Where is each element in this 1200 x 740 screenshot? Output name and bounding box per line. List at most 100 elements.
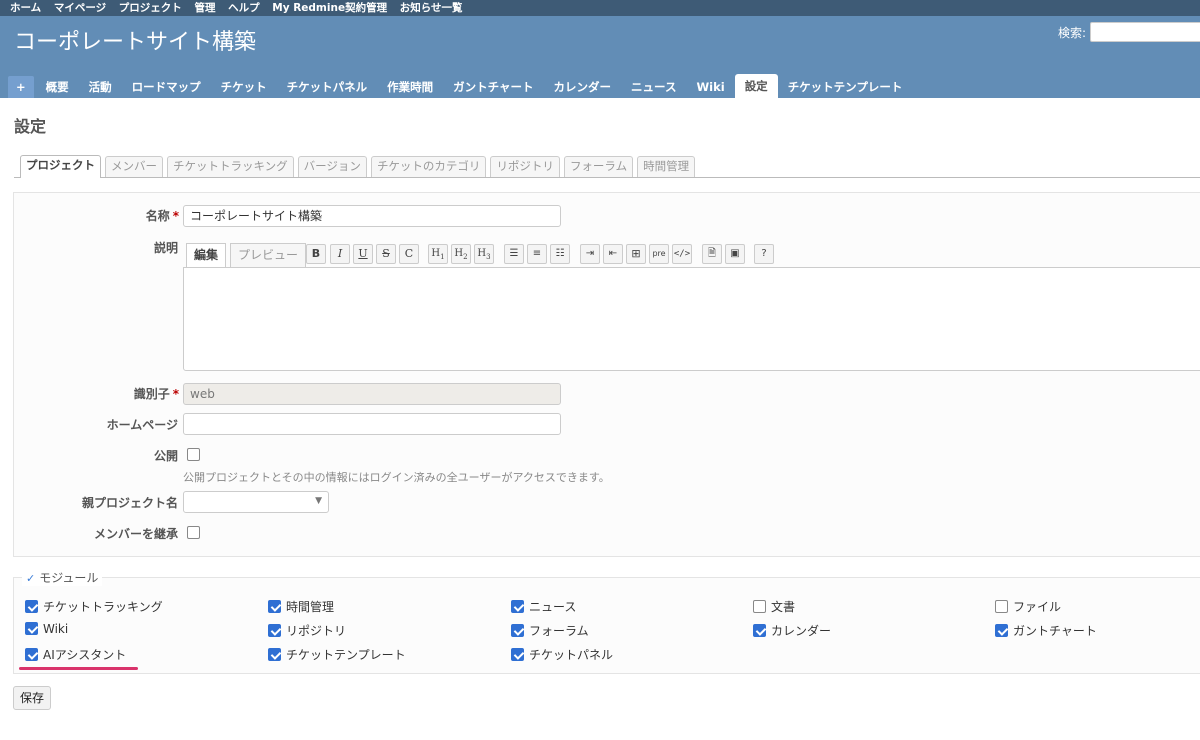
- strikethrough-button[interactable]: S: [376, 244, 396, 264]
- tab-issues[interactable]: チケット: [211, 76, 277, 98]
- tab-gantt[interactable]: ガントチャート: [443, 76, 543, 98]
- module-label: ファイル: [1013, 600, 1062, 614]
- module-checkbox[interactable]: [25, 622, 38, 635]
- module-item[interactable]: Wiki: [25, 622, 68, 636]
- table-icon[interactable]: ⊞: [626, 244, 646, 264]
- settings-tab-categories[interactable]: チケットのカテゴリ: [370, 156, 487, 177]
- module-checkbox[interactable]: [511, 648, 524, 661]
- parent-project-select[interactable]: ▼: [183, 491, 329, 513]
- module-checkbox[interactable]: [511, 600, 524, 613]
- settings-tab-issue-tracking[interactable]: チケットトラッキング: [167, 156, 294, 177]
- description-textarea[interactable]: [183, 267, 1200, 371]
- description-tabs: 編集 プレビュー: [186, 243, 310, 268]
- name-input[interactable]: コーポレートサイト構築: [183, 205, 561, 227]
- tab-overview[interactable]: 概要: [36, 76, 79, 98]
- homepage-input[interactable]: [183, 413, 561, 435]
- bold-button[interactable]: B: [306, 244, 326, 264]
- italic-button[interactable]: I: [330, 244, 350, 264]
- search-input[interactable]: [1090, 22, 1200, 42]
- module-checkbox[interactable]: [995, 624, 1008, 637]
- module-checkbox[interactable]: [268, 600, 281, 613]
- tab-wiki[interactable]: Wiki: [686, 76, 734, 98]
- settings-tab-repositories[interactable]: リポジトリ: [490, 156, 560, 177]
- module-checkbox[interactable]: [511, 624, 524, 637]
- modules-legend[interactable]: ✓ モジュール: [22, 569, 103, 586]
- task-list-icon[interactable]: ☷: [550, 244, 570, 264]
- module-item[interactable]: リポジトリ: [268, 622, 346, 639]
- module-item[interactable]: AIアシスタント: [25, 646, 126, 663]
- settings-tab-members[interactable]: メンバー: [105, 156, 163, 177]
- tab-news[interactable]: ニュース: [621, 76, 686, 98]
- module-checkbox[interactable]: [25, 648, 38, 661]
- heading2-button[interactable]: H2: [451, 244, 471, 264]
- module-item[interactable]: ファイル: [995, 598, 1061, 615]
- project-title: コーポレートサイト構築: [14, 30, 257, 55]
- indent-icon[interactable]: ⇥: [580, 244, 600, 264]
- module-item[interactable]: チケットテンプレート: [268, 646, 406, 663]
- module-checkbox[interactable]: [268, 648, 281, 661]
- main-menu: + 概要 活動 ロードマップ チケット チケットパネル 作業時間 ガントチャート…: [8, 74, 912, 98]
- preformatted-button[interactable]: pre: [649, 244, 669, 264]
- settings-tab-project[interactable]: プロジェクト: [20, 155, 101, 178]
- top-menu-home[interactable]: ホーム: [10, 2, 41, 14]
- settings-tab-forums[interactable]: フォーラム: [563, 156, 634, 177]
- tab-settings[interactable]: 設定: [734, 74, 778, 98]
- module-checkbox[interactable]: [753, 624, 766, 637]
- module-label: ニュース: [529, 600, 577, 614]
- module-checkbox[interactable]: [995, 600, 1008, 613]
- public-checkbox[interactable]: [187, 448, 200, 461]
- tab-calendar[interactable]: カレンダー: [544, 76, 622, 98]
- module-label: 時間管理: [286, 600, 335, 614]
- page-heading: 設定: [14, 117, 47, 136]
- image-icon[interactable]: ▣: [725, 244, 745, 264]
- settings-tabs: プロジェクト メンバー チケットトラッキング バージョン チケットのカテゴリ リ…: [14, 155, 1200, 178]
- module-item[interactable]: 文書: [753, 598, 795, 615]
- tab-activity[interactable]: 活動: [79, 76, 122, 98]
- tab-roadmap[interactable]: ロードマップ: [122, 76, 211, 98]
- module-label: チケットテンプレート: [286, 648, 406, 662]
- top-menu-news-list[interactable]: お知らせ一覧: [400, 2, 463, 14]
- module-label: カレンダー: [771, 624, 832, 638]
- tab-time-entries[interactable]: 作業時間: [377, 76, 443, 98]
- file-link-icon[interactable]: 🗎: [702, 244, 722, 264]
- public-label: 公開: [153, 449, 178, 463]
- description-tab-preview[interactable]: プレビュー: [230, 243, 307, 267]
- code-highlight-icon[interactable]: </>: [672, 244, 692, 264]
- module-label: ガントチャート: [1013, 624, 1097, 638]
- module-item[interactable]: チケットトラッキング: [25, 598, 163, 615]
- ordered-list-icon[interactable]: ≡: [527, 244, 547, 264]
- save-button[interactable]: 保存: [13, 686, 52, 710]
- underline-button[interactable]: U: [353, 244, 373, 264]
- unordered-list-icon[interactable]: ☰: [504, 244, 524, 264]
- module-checkbox[interactable]: [25, 600, 38, 613]
- module-item[interactable]: フォーラム: [511, 622, 589, 639]
- module-checkbox[interactable]: [753, 600, 766, 613]
- tab-issue-templates[interactable]: チケットテンプレート: [778, 76, 913, 98]
- module-label: Wiki: [43, 622, 69, 636]
- top-menu-projects[interactable]: プロジェクト: [119, 2, 182, 14]
- top-menu-admin[interactable]: 管理: [194, 2, 215, 14]
- top-menu-contract[interactable]: My Redmine契約管理: [272, 2, 387, 14]
- module-item[interactable]: 時間管理: [268, 598, 334, 615]
- inline-code-button[interactable]: C: [399, 244, 419, 264]
- description-tab-edit[interactable]: 編集: [186, 243, 227, 268]
- settings-tab-time-tracking[interactable]: 時間管理: [637, 156, 696, 177]
- tab-issue-panel[interactable]: チケットパネル: [277, 76, 378, 98]
- chevron-down-icon: ▼: [315, 496, 322, 506]
- description-label: 説明: [153, 241, 178, 255]
- module-checkbox[interactable]: [268, 624, 281, 637]
- heading1-button[interactable]: H1: [428, 244, 448, 264]
- settings-tab-versions[interactable]: バージョン: [297, 156, 367, 177]
- top-menu-help[interactable]: ヘルプ: [228, 2, 260, 14]
- heading3-button[interactable]: H3: [474, 244, 494, 264]
- inherit-members-checkbox[interactable]: [187, 526, 200, 539]
- top-menu-mypage[interactable]: マイページ: [54, 2, 106, 14]
- help-icon[interactable]: ?: [754, 244, 774, 264]
- outdent-icon[interactable]: ⇤: [603, 244, 623, 264]
- module-item[interactable]: ガントチャート: [995, 622, 1097, 639]
- module-item[interactable]: チケットパネル: [511, 646, 613, 663]
- module-item[interactable]: ニュース: [511, 598, 576, 615]
- new-object-button[interactable]: +: [8, 76, 34, 98]
- module-item[interactable]: カレンダー: [753, 622, 831, 639]
- inherit-members-label: メンバーを継承: [93, 527, 178, 541]
